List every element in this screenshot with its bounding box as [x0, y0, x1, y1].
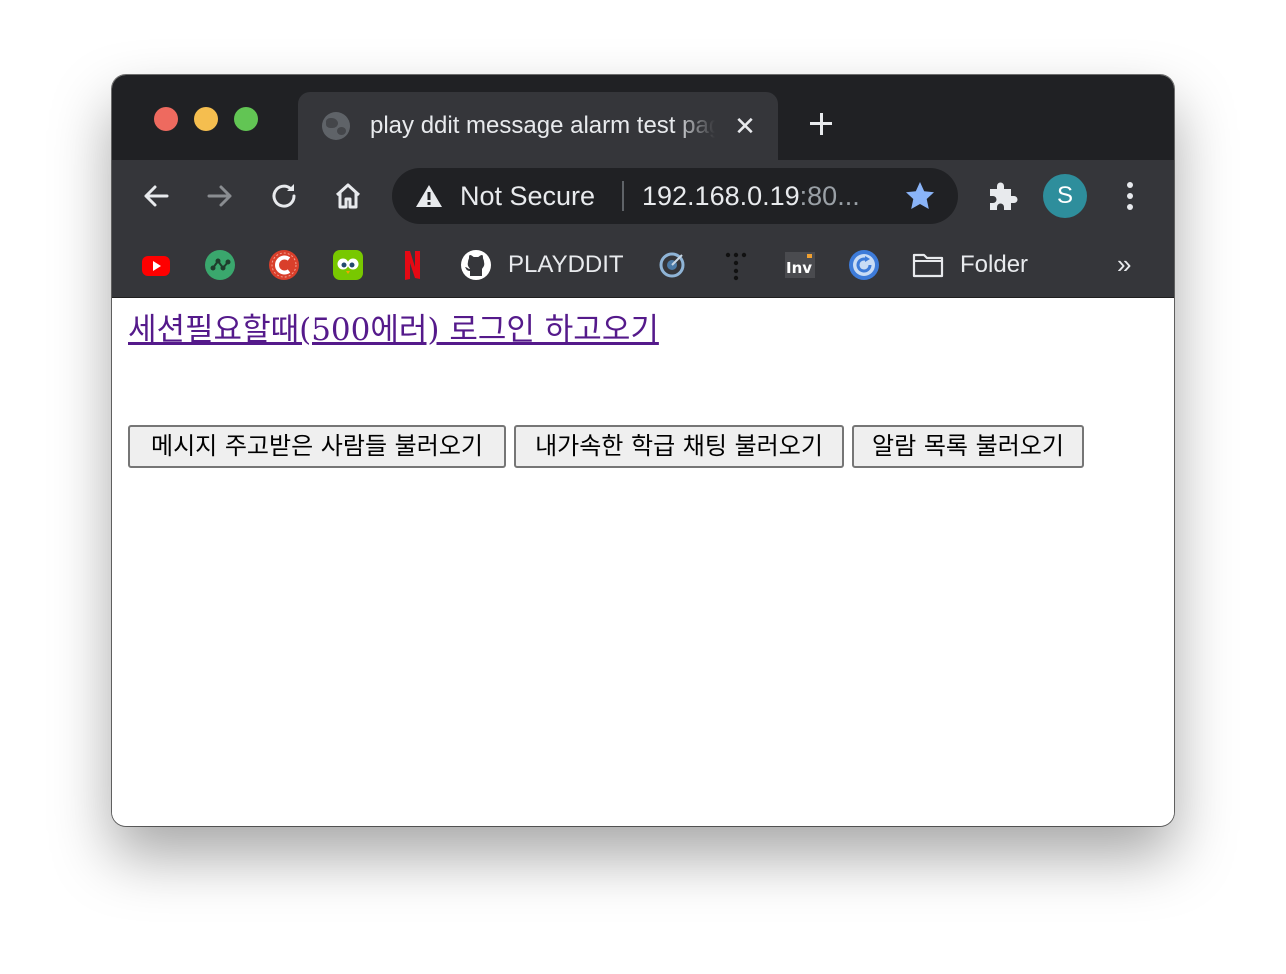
tab-active[interactable]: play ddit message alarm test page ✕: [298, 92, 778, 160]
youtube-icon: [142, 256, 170, 276]
forward-arrow-icon: [207, 185, 232, 207]
home-icon: [335, 183, 361, 209]
bookmark-refresh[interactable]: [848, 249, 880, 281]
tab-title: play ddit message alarm test page: [370, 112, 715, 139]
home-button[interactable]: [330, 178, 366, 214]
reload-button[interactable]: [266, 178, 302, 214]
blue-refresh-icon: [849, 250, 879, 280]
zoom-window-button[interactable]: [234, 107, 258, 131]
inv-icon: Inv: [785, 252, 815, 278]
bookmarks-overflow-chevron-icon[interactable]: »: [1117, 249, 1131, 279]
profile-avatar[interactable]: S: [1043, 174, 1087, 218]
bookmarks-bar: PLAYDDIT Inv Folder »: [112, 232, 1174, 298]
bookmark-playddit[interactable]: PLAYDDIT: [460, 249, 624, 281]
bookmark-network[interactable]: [204, 249, 236, 281]
bookmark-folder[interactable]: Folder: [912, 249, 1028, 281]
load-alarm-list-button[interactable]: 알람 목록 불러오기: [852, 425, 1084, 468]
bookmark-duolingo[interactable]: [332, 249, 364, 281]
bookmark-label-playddit: PLAYDDIT: [508, 251, 624, 278]
puzzle-icon[interactable]: [984, 179, 1018, 213]
folder-icon: [912, 253, 944, 278]
url-host: 192.168.0.19: [642, 181, 800, 211]
github-icon: [461, 250, 491, 280]
bookmark-netflix[interactable]: [396, 249, 428, 281]
netflix-icon: [405, 251, 420, 280]
minimize-window-button[interactable]: [194, 107, 218, 131]
new-tab-plus-icon[interactable]: [806, 109, 836, 139]
green-network-icon: [205, 250, 235, 280]
tab-strip: play ddit message alarm test page ✕: [112, 75, 1174, 160]
warning-icon[interactable]: [414, 183, 444, 209]
svg-text:Inv: Inv: [786, 259, 812, 277]
red-c-icon: [269, 250, 299, 280]
duolingo-icon: [333, 250, 363, 280]
target-icon: [659, 252, 685, 278]
bookmark-inv[interactable]: Inv: [784, 249, 816, 281]
browser-window: play ddit message alarm test page ✕ Not …: [112, 75, 1174, 826]
bookmark-target[interactable]: [656, 249, 688, 281]
back-button[interactable]: [138, 178, 174, 214]
dots-icon: [725, 252, 747, 281]
tab-close-icon[interactable]: ✕: [731, 112, 759, 140]
kebab-menu-icon[interactable]: [1116, 178, 1144, 214]
address-bar[interactable]: Not Secure 192.168.0.19:80...: [392, 168, 958, 224]
security-label[interactable]: Not Secure: [460, 180, 595, 212]
close-window-button[interactable]: [154, 107, 178, 131]
url-text[interactable]: 192.168.0.19:80...: [642, 180, 860, 212]
bookmark-c[interactable]: [268, 249, 300, 281]
omnibox-divider: [622, 181, 624, 211]
globe-icon: [322, 112, 350, 140]
session-login-link[interactable]: 세션필요할때(500에러) 로그인 하고오기: [128, 310, 659, 350]
load-message-contacts-button[interactable]: 메시지 주고받은 사람들 불러오기: [128, 425, 506, 468]
bookmark-star-icon[interactable]: [904, 180, 936, 212]
browser-toolbar: Not Secure 192.168.0.19:80... S: [112, 160, 1174, 232]
url-port: :80...: [799, 181, 860, 211]
reload-icon: [272, 184, 296, 208]
page-content: 세션필요할때(500에러) 로그인 하고오기 메시지 주고받은 사람들 불러오기…: [112, 298, 1174, 826]
back-arrow-icon: [144, 185, 169, 207]
bookmark-label-folder: Folder: [960, 251, 1029, 278]
load-class-chat-button[interactable]: 내가속한 학급 채팅 불러오기: [514, 425, 844, 468]
forward-button[interactable]: [202, 178, 238, 214]
bookmark-dots[interactable]: [720, 249, 752, 281]
bookmark-youtube[interactable]: [140, 249, 172, 281]
